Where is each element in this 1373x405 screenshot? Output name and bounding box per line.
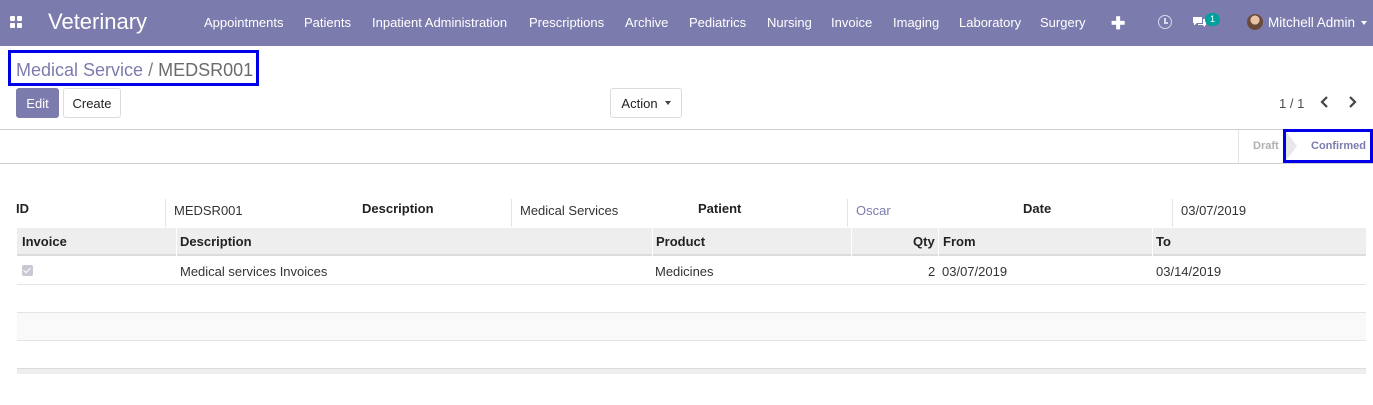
menu-laboratory[interactable]: Laboratory (959, 15, 1021, 30)
empty-table-row (17, 341, 1366, 369)
column-header-from[interactable]: From (943, 234, 976, 249)
divider (0, 163, 1373, 164)
menu-archive[interactable]: Archive (625, 15, 668, 30)
menu-pediatrics[interactable]: Pediatrics (689, 15, 746, 30)
menu-inpatient-administration[interactable]: Inpatient Administration (372, 15, 507, 30)
column-header-to[interactable]: To (1156, 234, 1171, 249)
column-header-invoice[interactable]: Invoice (22, 234, 67, 249)
column-header-product[interactable]: Product (656, 234, 705, 249)
clock-icon[interactable] (1158, 15, 1172, 29)
empty-table-row (17, 313, 1366, 341)
divider (1172, 199, 1173, 227)
column-header-qty[interactable]: Qty (913, 234, 935, 249)
breadcrumb-separator: / (148, 60, 154, 80)
table-footer (17, 368, 1366, 374)
create-button[interactable]: Create (63, 88, 121, 118)
row-from: 03/07/2019 (942, 264, 1008, 279)
plus-icon[interactable]: ✚ (1111, 14, 1125, 34)
column-divider (652, 228, 653, 256)
edit-button[interactable]: Edit (16, 88, 59, 118)
menu-prescriptions[interactable]: Prescriptions (529, 15, 604, 30)
pager-value[interactable]: 1 / 1 (1279, 96, 1304, 111)
description-label: Description (362, 201, 434, 216)
divider (0, 129, 1373, 130)
action-dropdown-button[interactable]: Action (610, 88, 682, 118)
menu-invoice[interactable]: Invoice (831, 15, 872, 30)
menu-surgery[interactable]: Surgery (1040, 15, 1086, 30)
divider (165, 199, 166, 227)
menu-nursing[interactable]: Nursing (767, 15, 812, 30)
app-title: Veterinary (48, 9, 148, 34)
menu-appointments[interactable]: Appointments (204, 15, 284, 30)
column-divider (851, 228, 852, 256)
top-navbar: Veterinary Appointments Patients Inpatie… (0, 0, 1373, 46)
date-value: 03/07/2019 (1181, 203, 1247, 218)
column-divider (938, 228, 939, 256)
menu-patients[interactable]: Patients (304, 15, 351, 30)
id-value: MEDSR001 (174, 203, 243, 218)
id-label: ID (16, 201, 29, 216)
description-value: Medical Services (520, 203, 619, 218)
breadcrumb-current: MEDSR001 (158, 60, 254, 80)
chat-badge: 1 (1205, 13, 1221, 26)
divider (1238, 130, 1239, 163)
column-divider (176, 228, 177, 256)
breadcrumb: Medical Service / MEDSR001 (16, 60, 253, 81)
row-qty: 2 (928, 264, 936, 279)
apps-grid-icon[interactable] (10, 16, 23, 29)
date-label: Date (1023, 201, 1052, 216)
chevron-right-icon[interactable] (1345, 95, 1359, 109)
row-description: Medical services Invoices (180, 264, 328, 279)
empty-table-row (17, 285, 1366, 313)
avatar[interactable] (1247, 14, 1263, 30)
caret-down-icon (664, 101, 671, 105)
status-draft[interactable]: Draft (1253, 140, 1279, 152)
row-to: 03/14/2019 (1156, 264, 1222, 279)
invoice-checkbox[interactable] (22, 265, 33, 276)
user-name[interactable]: Mitchell Admin (1268, 15, 1355, 30)
patient-label: Patient (698, 201, 742, 216)
chevron-left-icon[interactable] (1318, 95, 1332, 109)
column-divider (1152, 228, 1153, 256)
caret-down-icon[interactable] (1361, 21, 1367, 25)
divider (847, 199, 848, 227)
column-header-description[interactable]: Description (180, 234, 252, 249)
divider (511, 199, 512, 227)
status-confirmed[interactable]: Confirmed (1311, 140, 1366, 152)
menu-imaging[interactable]: Imaging (893, 15, 939, 30)
breadcrumb-parent[interactable]: Medical Service (16, 60, 143, 80)
action-label: Action (621, 95, 658, 111)
row-product: Medicines (655, 264, 714, 279)
patient-link[interactable]: Oscar (856, 203, 891, 218)
